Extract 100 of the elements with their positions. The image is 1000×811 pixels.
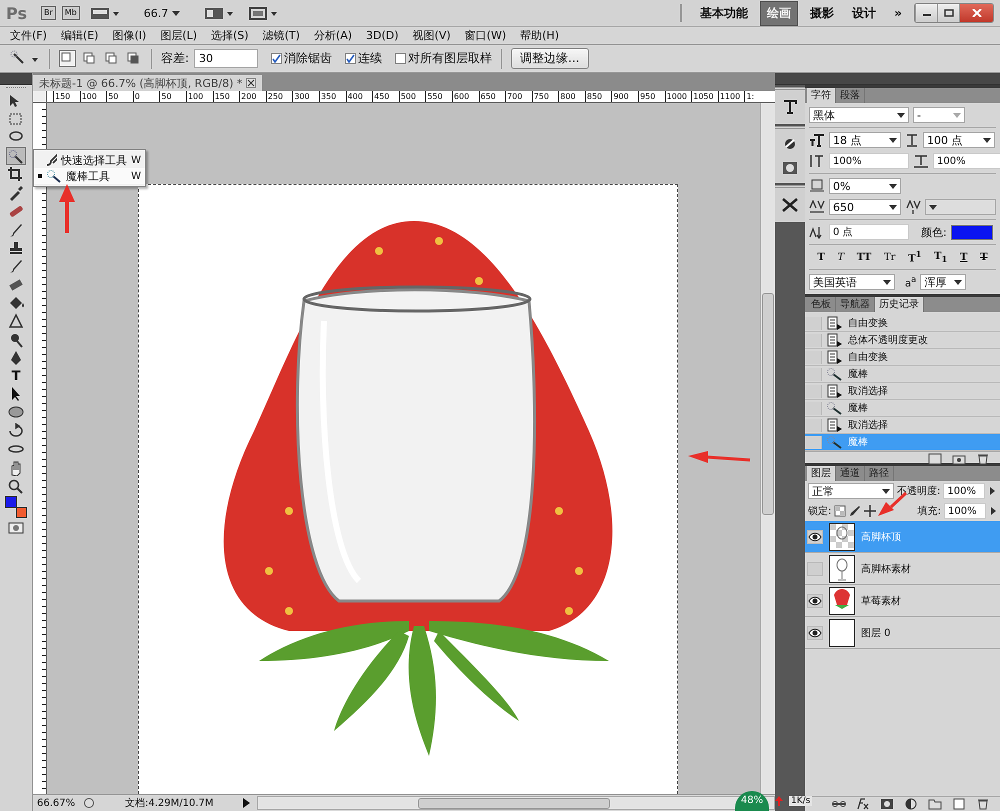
folder-icon[interactable]: [928, 798, 942, 810]
history-item[interactable]: 自由变换: [805, 349, 1000, 366]
checkbox[interactable]: [395, 53, 406, 64]
history-item[interactable]: 取消选择: [805, 383, 1000, 400]
maximize-button[interactable]: [937, 4, 959, 22]
move-icon[interactable]: [864, 505, 876, 517]
tolerance-field[interactable]: 30: [194, 49, 258, 68]
eraser-icon[interactable]: [7, 276, 25, 293]
brush-icon[interactable]: [849, 505, 862, 517]
horizontal-scale-field[interactable]: 100%: [933, 153, 1000, 169]
tracking-field[interactable]: 650: [829, 199, 900, 215]
text-style-button[interactable]: T: [837, 252, 844, 262]
leading-field[interactable]: 100 点: [923, 132, 995, 148]
horizontal-scrollbar[interactable]: [257, 796, 775, 810]
more-workspaces-button[interactable]: »: [888, 3, 908, 23]
magic-wand-icon[interactable]: [7, 148, 25, 164]
play-icon[interactable]: [989, 505, 997, 517]
history-item[interactable]: 魔棒: [805, 366, 1000, 383]
quick-mask-icon[interactable]: [7, 520, 25, 535]
workspace-tab[interactable]: 摄影: [804, 2, 840, 24]
fill-field[interactable]: 100%: [944, 503, 986, 519]
panel-tab[interactable]: 通道: [836, 466, 865, 481]
new-layer-icon[interactable]: [952, 798, 966, 810]
menu-item[interactable]: 3D(D): [366, 29, 399, 42]
document-tab[interactable]: 未标题-1 @ 66.7% (高脚杯顶, RGB/8) *: [33, 75, 262, 91]
background-color-swatch[interactable]: [16, 507, 27, 518]
selection-mode-button[interactable]: [59, 50, 76, 67]
close-icon[interactable]: [246, 78, 256, 88]
vertical-scale-field[interactable]: 100%: [829, 153, 909, 169]
launcher-button[interactable]: Mb: [62, 6, 80, 20]
rotate-icon[interactable]: [7, 422, 25, 439]
new-document-icon[interactable]: [928, 453, 942, 465]
eye-icon[interactable]: [807, 530, 823, 544]
tools-icon[interactable]: [781, 196, 799, 214]
history-item[interactable]: 自由变换: [805, 315, 1000, 332]
layer-row[interactable]: 高脚杯素材: [805, 553, 1000, 585]
panel-tab[interactable]: 字符: [807, 88, 836, 103]
effects-icon[interactable]: [856, 798, 870, 810]
foreground-color-swatch[interactable]: [5, 496, 17, 508]
workspace-tab[interactable]: 设计: [846, 2, 882, 24]
font-style-dropdown[interactable]: -: [913, 107, 965, 123]
menu-item[interactable]: 文件(F): [10, 28, 47, 43]
close-button[interactable]: [959, 4, 993, 22]
camera-icon[interactable]: [952, 453, 966, 465]
search-icon[interactable]: [7, 478, 25, 494]
baseline-shift-field[interactable]: 0 点: [829, 224, 909, 240]
flyout-menu-item[interactable]: 魔棒工具 W: [34, 168, 145, 184]
blend-mode-dropdown[interactable]: 正常: [808, 483, 894, 499]
text-style-button[interactable]: TT: [856, 252, 872, 262]
font-size-field[interactable]: 18 点: [829, 132, 901, 148]
panel-tab[interactable]: 段落: [836, 88, 865, 103]
crop-icon[interactable]: [7, 166, 25, 182]
layer-row[interactable]: 图层 0: [805, 617, 1000, 649]
panel-tab[interactable]: 图层: [807, 466, 836, 481]
text-color-swatch[interactable]: [950, 224, 993, 240]
checkbox[interactable]: [345, 53, 356, 64]
ellipse-icon[interactable]: [7, 404, 25, 420]
zoom-level[interactable]: 66.67%: [37, 798, 77, 808]
text-style-button[interactable]: T: [960, 252, 968, 262]
workspace-tab[interactable]: 基本功能: [694, 2, 754, 24]
history-item[interactable]: 总体不透明度更改: [805, 332, 1000, 349]
triangle-icon[interactable]: [7, 313, 25, 330]
trash-icon[interactable]: [976, 798, 990, 810]
opacity-field[interactable]: 100%: [943, 483, 986, 499]
menu-item[interactable]: 滤镜(T): [262, 28, 300, 43]
stamp-icon[interactable]: [7, 240, 25, 256]
screen-mode-icon[interactable]: [248, 6, 278, 20]
layer-row[interactable]: 草莓素材: [805, 585, 1000, 617]
vertical-scrollbar[interactable]: [760, 103, 775, 794]
text-tool-icon[interactable]: [781, 98, 799, 116]
adjustment-icon[interactable]: [904, 798, 918, 810]
anti-alias-dropdown[interactable]: 浑厚: [920, 274, 966, 290]
menu-item[interactable]: 分析(A): [314, 28, 352, 43]
panel-tab[interactable]: 路径: [865, 466, 894, 481]
font-family-dropdown[interactable]: 黑体: [809, 107, 909, 123]
menu-item[interactable]: 帮助(H): [520, 28, 559, 43]
text-style-button[interactable]: T: [980, 252, 988, 262]
menu-item[interactable]: 窗口(W): [464, 28, 506, 43]
play-icon[interactable]: [241, 797, 251, 809]
visibility-toggle[interactable]: [807, 562, 823, 576]
link-icon[interactable]: [832, 798, 846, 810]
menu-item[interactable]: 选择(S): [211, 28, 249, 43]
zoom-dropdown[interactable]: 66.7: [138, 6, 186, 20]
trash-icon[interactable]: [976, 453, 990, 465]
play-icon[interactable]: [988, 485, 996, 497]
eye-icon[interactable]: [807, 594, 823, 608]
circle-icon[interactable]: [783, 137, 797, 151]
menu-item[interactable]: 编辑(E): [60, 28, 98, 43]
checkerboard-icon[interactable]: [834, 505, 846, 517]
workspace-tab[interactable]: 绘画: [760, 0, 798, 26]
flyout-menu-item[interactable]: 快速选择工具 W: [34, 152, 145, 168]
text-style-button[interactable]: T$^{1}$: [908, 249, 922, 265]
minimize-button[interactable]: [915, 4, 937, 22]
panel-tab[interactable]: 历史记录: [875, 297, 924, 312]
mask-icon[interactable]: [782, 161, 798, 175]
text-style-button[interactable]: T: [817, 252, 825, 262]
menu-item[interactable]: 图像(I): [112, 28, 146, 43]
clock-icon[interactable]: [83, 797, 95, 809]
menu-item[interactable]: 视图(V): [412, 28, 451, 43]
history-item[interactable]: 魔棒: [805, 400, 1000, 417]
